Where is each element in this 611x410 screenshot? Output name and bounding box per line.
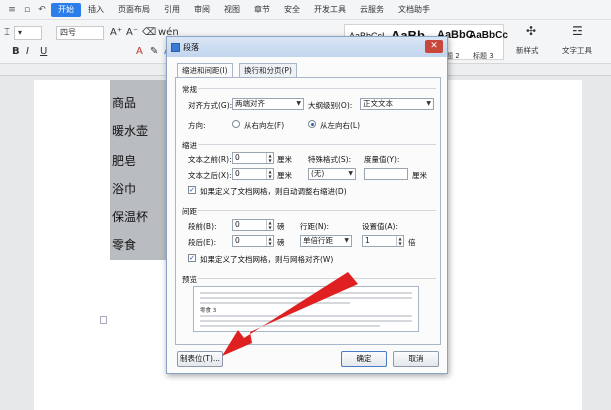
arrow-shape — [222, 272, 358, 356]
pointer-arrow-icon — [222, 272, 358, 356]
